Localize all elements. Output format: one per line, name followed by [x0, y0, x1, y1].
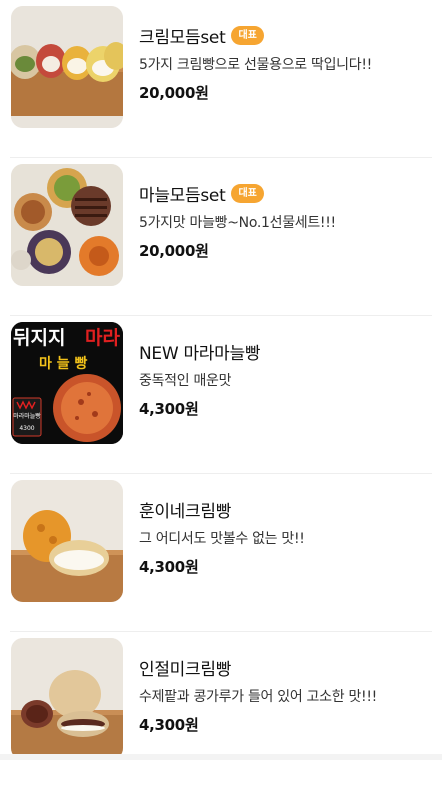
menu-item-mala-garlic[interactable]: 마라마늘빵 4300 뒤지지 마라 마 늘 빵 NEW 마라마늘빵 중독적인 매…	[0, 316, 442, 474]
item-description: 수제팥과 콩가루가 들어 있어 고소한 맛!!!	[139, 689, 377, 705]
item-price: 20,000원	[139, 242, 209, 260]
signature-badge: 대표	[231, 25, 264, 45]
item-name: 인절미크림빵	[139, 659, 232, 680]
poster-tag-price: 4300	[19, 425, 34, 432]
menu-list: 크림모듬set 대표 5가지 크림빵으로 선물용으로 딱입니다!! 20,000…	[0, 0, 442, 790]
item-price: 20,000원	[139, 84, 209, 102]
item-name: 마늘모듬set	[139, 185, 226, 206]
item-description: 그 어디서도 맛볼수 없는 맛!!	[139, 531, 305, 547]
cream-bread-photo	[11, 480, 123, 602]
menu-item-huni-cream[interactable]: 훈이네크림빵 그 어디서도 맛볼수 없는 맛!! 4,300원	[0, 474, 442, 632]
item-description: 5가지맛 마늘빵~No.1선물세트!!!	[139, 215, 336, 231]
garlic-bread-set-photo	[11, 164, 123, 286]
poster-tag: 마라마늘빵	[13, 412, 41, 420]
poster-title-white: 뒤지지	[13, 327, 65, 349]
item-description: 중독적인 매운맛	[139, 373, 232, 389]
mala-garlic-bread-poster: 마라마늘빵 4300 뒤지지 마라 마 늘 빵	[11, 322, 123, 444]
menu-item-cream-set[interactable]: 크림모듬set 대표 5가지 크림빵으로 선물용으로 딱입니다!! 20,000…	[0, 0, 442, 158]
item-name: NEW 마라마늘빵	[139, 343, 261, 364]
menu-item-injeolmi-cream[interactable]: 인절미크림빵 수제팥과 콩가루가 들어 있어 고소한 맛!!! 4,300원	[0, 632, 442, 790]
bottom-bar	[0, 754, 442, 760]
cream-bread-set-photo	[11, 6, 123, 128]
item-description: 5가지 크림빵으로 선물용으로 딱입니다!!	[139, 57, 372, 73]
item-name: 훈이네크림빵	[139, 501, 232, 522]
menu-item-garlic-set[interactable]: 마늘모듬set 대표 5가지맛 마늘빵~No.1선물세트!!! 20,000원	[0, 158, 442, 316]
item-price: 4,300원	[139, 558, 199, 576]
item-price: 4,300원	[139, 716, 199, 734]
item-price: 4,300원	[139, 400, 199, 418]
injeolmi-cream-bread-photo	[11, 638, 123, 760]
signature-badge: 대표	[231, 183, 264, 203]
poster-subtitle: 마 늘 빵	[39, 356, 88, 372]
item-name: 크림모듬set	[139, 27, 226, 48]
poster-title-red: 마라	[85, 327, 120, 349]
